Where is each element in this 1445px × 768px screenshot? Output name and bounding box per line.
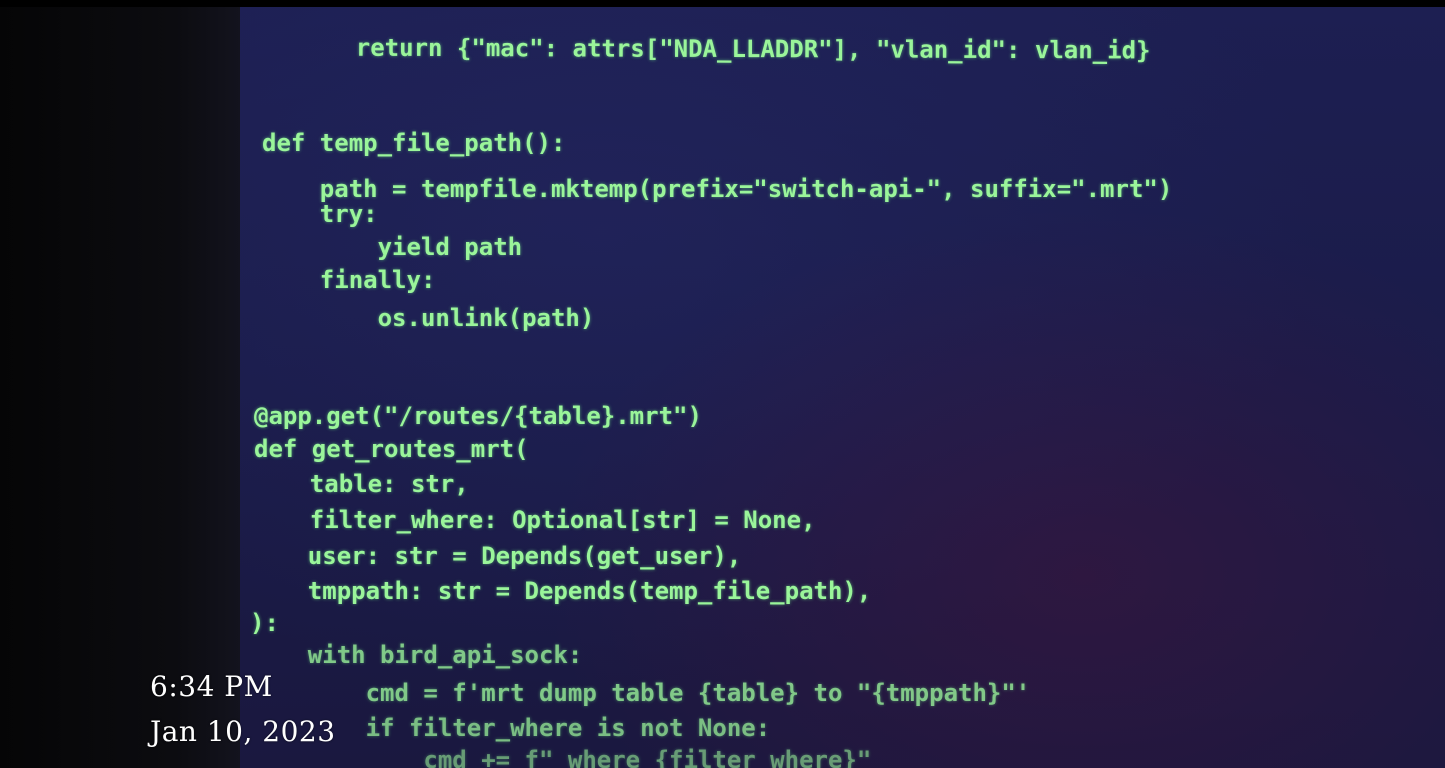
- top-border: [0, 0, 1445, 7]
- code-screen: return {"mac": attrs["NDA_LLADDR"], "vla…: [240, 0, 1445, 768]
- code-line: cmd += f" where {filter_where}": [250, 746, 872, 768]
- code-line: try:: [262, 200, 378, 228]
- code-line: @app.get("/routes/{table}.mrt"): [254, 402, 702, 430]
- code-line: return {"mac": attrs["NDA_LLADDR"], "vla…: [297, 33, 1151, 65]
- code-line: def get_routes_mrt(: [254, 435, 529, 463]
- photo-frame: return {"mac": attrs["NDA_LLADDR"], "vla…: [0, 0, 1445, 768]
- timestamp-time: 6:34 PM: [150, 670, 273, 703]
- code-line: tmppath: str = Depends(temp_file_path),: [250, 577, 872, 605]
- code-line: os.unlink(path): [262, 304, 595, 332]
- code-line: ):: [250, 609, 279, 637]
- code-line: yield path: [262, 233, 523, 261]
- code-line: finally:: [262, 266, 436, 294]
- code-line: with bird_api_sock:: [250, 641, 583, 669]
- code-line: def temp_file_path():: [262, 129, 566, 157]
- code-line: table: str,: [252, 470, 469, 498]
- code-line: filter_where: Optional[str] = None,: [252, 506, 816, 534]
- timestamp-date: Jan 10, 2023: [150, 715, 336, 748]
- code-editor: return {"mac": attrs["NDA_LLADDR"], "vla…: [240, 0, 1445, 768]
- code-line: user: str = Depends(get_user),: [250, 542, 742, 570]
- code-line: path = tempfile.mktemp(prefix="switch-ap…: [262, 175, 1173, 203]
- code-line: cmd = f'mrt dump table {table} to "{tmpp…: [250, 679, 1031, 707]
- blurred-sidebar: [0, 0, 250, 768]
